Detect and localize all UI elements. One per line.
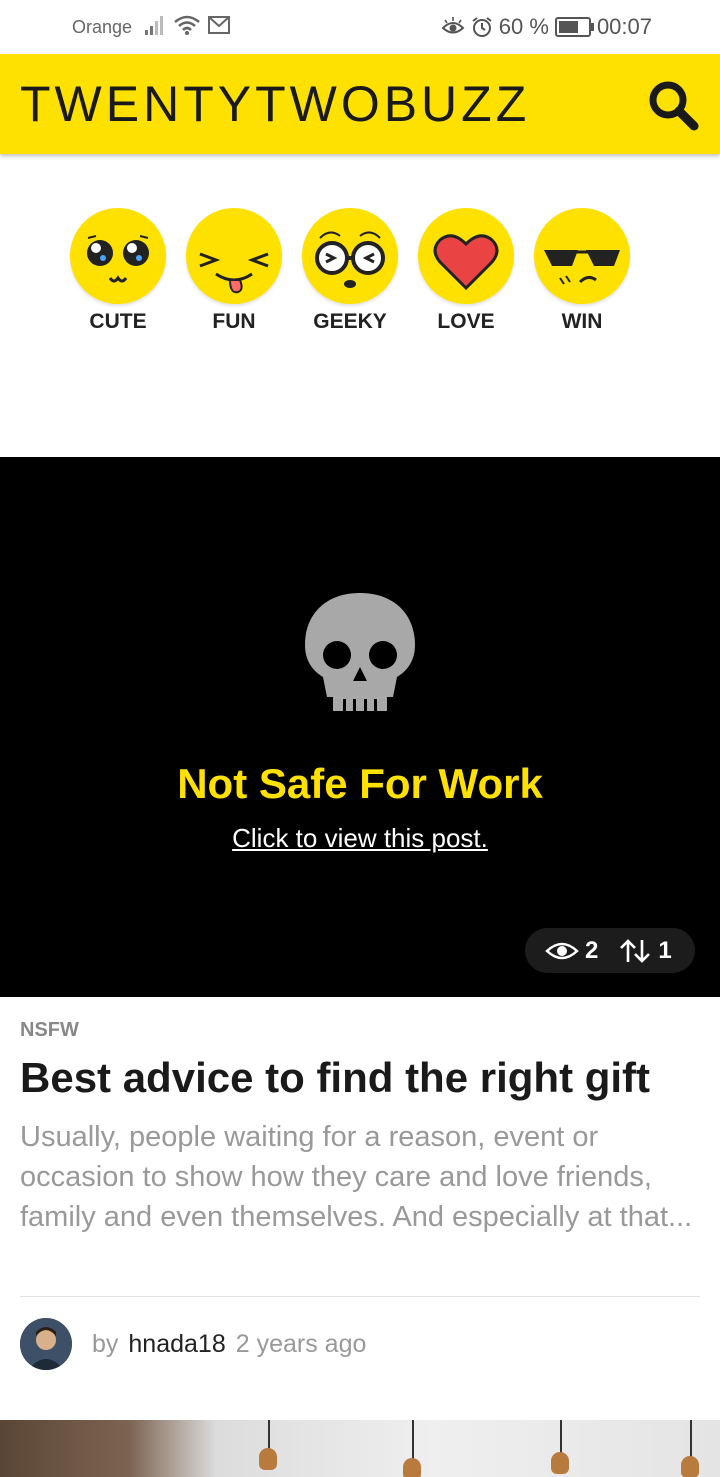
carrier-name: Orange	[72, 17, 133, 37]
skull-icon	[305, 593, 415, 711]
geeky-face-icon	[315, 231, 385, 288]
cute-face-icon	[87, 235, 149, 283]
status-icons-left	[143, 14, 231, 36]
reaction-cute[interactable]: CUTE	[70, 208, 166, 334]
votes-count: 1	[658, 936, 672, 964]
mail-icon	[208, 16, 230, 34]
post-excerpt: Usually, people waiting for a reason, ev…	[20, 1121, 693, 1233]
reaction-label: WIN	[561, 310, 603, 333]
clock: 00:07	[596, 14, 652, 39]
battery-percent: 60 %	[498, 14, 549, 39]
wifi-icon	[174, 15, 200, 35]
reaction-label: CUTE	[89, 310, 147, 333]
reaction-label: GEEKY	[313, 310, 387, 333]
post-time: 2 years ago	[235, 1329, 367, 1358]
post-category[interactable]: NSFW	[20, 1019, 79, 1042]
site-logo[interactable]: TWENTYTWOBUZZ	[20, 75, 530, 133]
author-name[interactable]: hnada18	[128, 1330, 225, 1358]
votes-icon	[620, 938, 651, 963]
reaction-geeky[interactable]: GEEKY	[302, 208, 398, 334]
next-post-thumbnail[interactable]	[0, 1420, 720, 1477]
fun-face-icon	[199, 252, 269, 294]
avatar-image	[20, 1318, 72, 1370]
reaction-bar: CUTE FUN GEEKY LOVE WIN	[70, 208, 630, 334]
site-header: TWENTYTWOBUZZ	[0, 54, 720, 154]
post-stats-badge: 2 1	[525, 928, 695, 973]
by-label: by	[92, 1329, 119, 1358]
sunglasses-face-icon	[544, 250, 620, 285]
avatar[interactable]	[20, 1318, 72, 1370]
views-count: 2	[585, 936, 599, 964]
author-info: by hnada18 2 years ago	[92, 1330, 366, 1359]
status-bar: Orange 60 % 00:07	[0, 0, 720, 54]
nsfw-overlay[interactable]	[0, 457, 720, 997]
reaction-love[interactable]: LOVE	[418, 208, 514, 334]
reaction-label: FUN	[212, 310, 256, 333]
reaction-win[interactable]: WIN	[534, 208, 630, 334]
eye-comfort-icon	[441, 17, 465, 34]
post-title[interactable]: Best advice to find the right gift	[20, 1054, 710, 1102]
status-icons-right: 60 % 00:07	[441, 14, 652, 40]
heart-icon	[433, 234, 499, 291]
reaction-label: LOVE	[437, 310, 495, 333]
battery-icon	[554, 17, 594, 37]
alarm-icon	[472, 17, 492, 37]
eye-icon	[545, 942, 579, 959]
post-meta: by hnada18 2 years ago	[20, 1318, 366, 1370]
signal-icon	[145, 16, 163, 35]
divider	[20, 1296, 700, 1297]
view-post-link[interactable]: Click to view this post.	[0, 823, 720, 854]
search-icon	[649, 81, 699, 131]
nsfw-title: Not Safe For Work	[177, 760, 543, 807]
reaction-fun[interactable]: FUN	[186, 208, 282, 334]
search-button[interactable]	[646, 78, 700, 132]
